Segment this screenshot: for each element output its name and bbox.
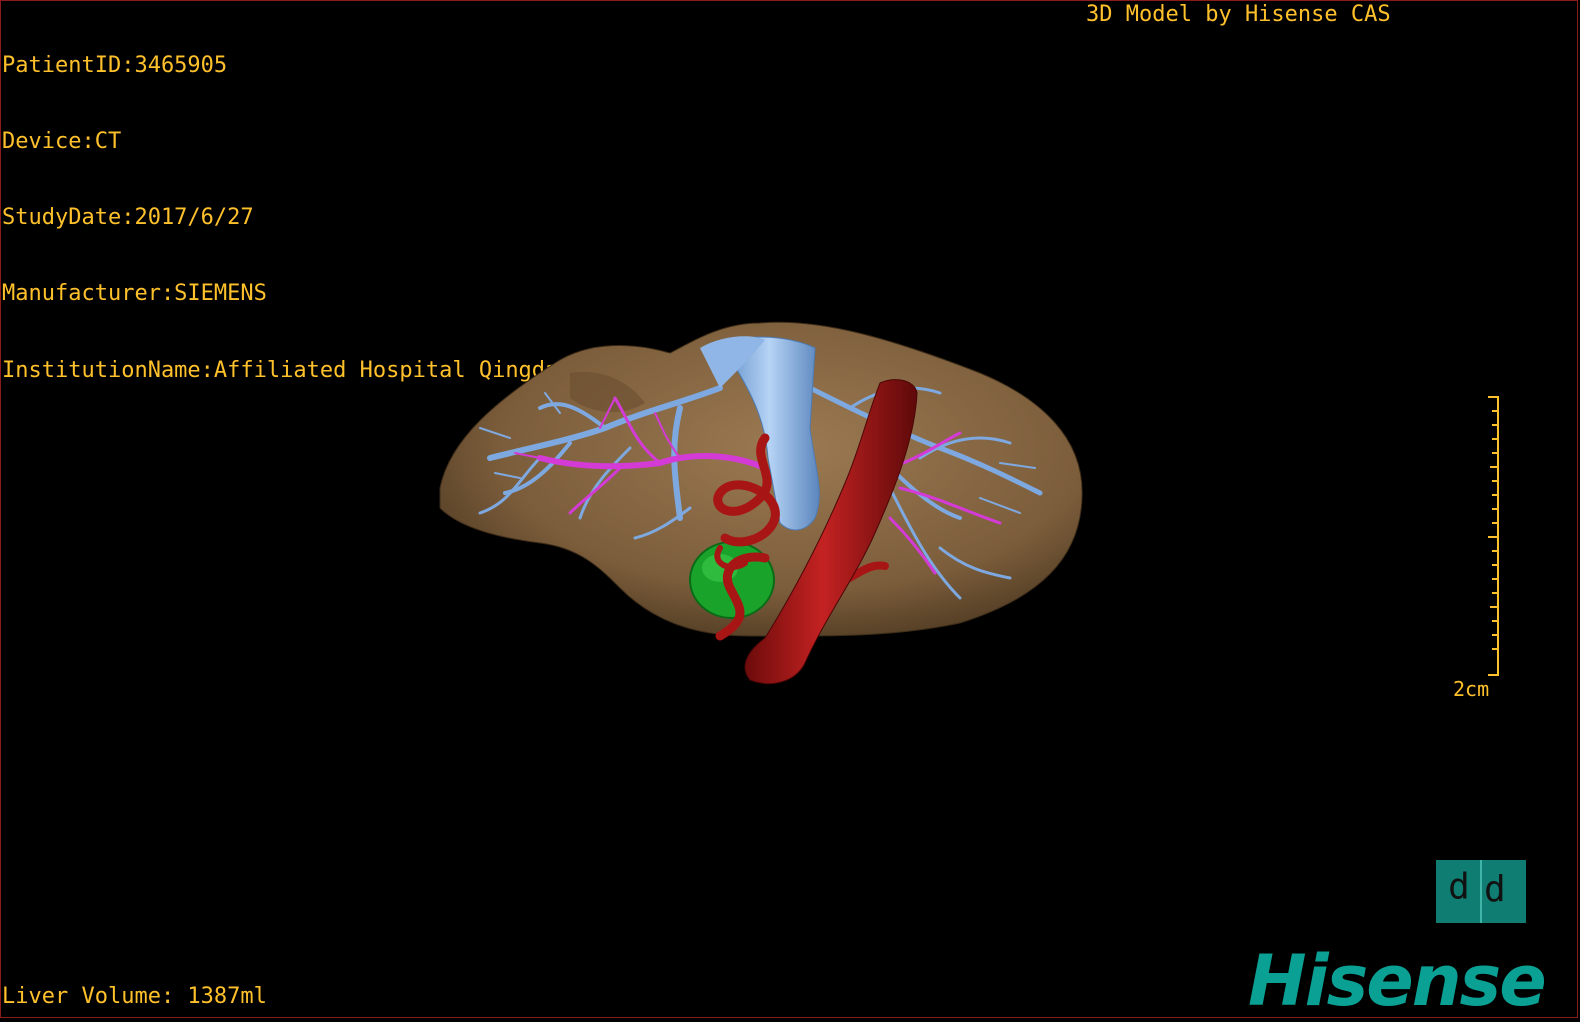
model-credit: 3D Model by Hisense CAS — [1086, 2, 1391, 27]
patient-id: PatientID:3465905 — [2, 52, 228, 78]
scale-label: 2cm — [1453, 677, 1490, 701]
liver-3d-model[interactable] — [420, 318, 1100, 698]
liver-volume: Liver Volume: 1387ml — [2, 984, 267, 1009]
hisense-logo: Hisense — [1248, 940, 1547, 1022]
pd-toggle-button[interactable]: p d — [1436, 860, 1526, 923]
manufacturer: Manufacturer:SIEMENS — [2, 281, 267, 307]
device-type: Device:CT — [2, 129, 122, 155]
scale-bar — [1488, 396, 1499, 676]
study-date: StudyDate:2017/6/27 — [2, 205, 254, 231]
pd-right-glyph: d — [1484, 869, 1506, 910]
pd-divider — [1480, 860, 1482, 923]
pd-left-glyph: p — [1448, 870, 1470, 911]
